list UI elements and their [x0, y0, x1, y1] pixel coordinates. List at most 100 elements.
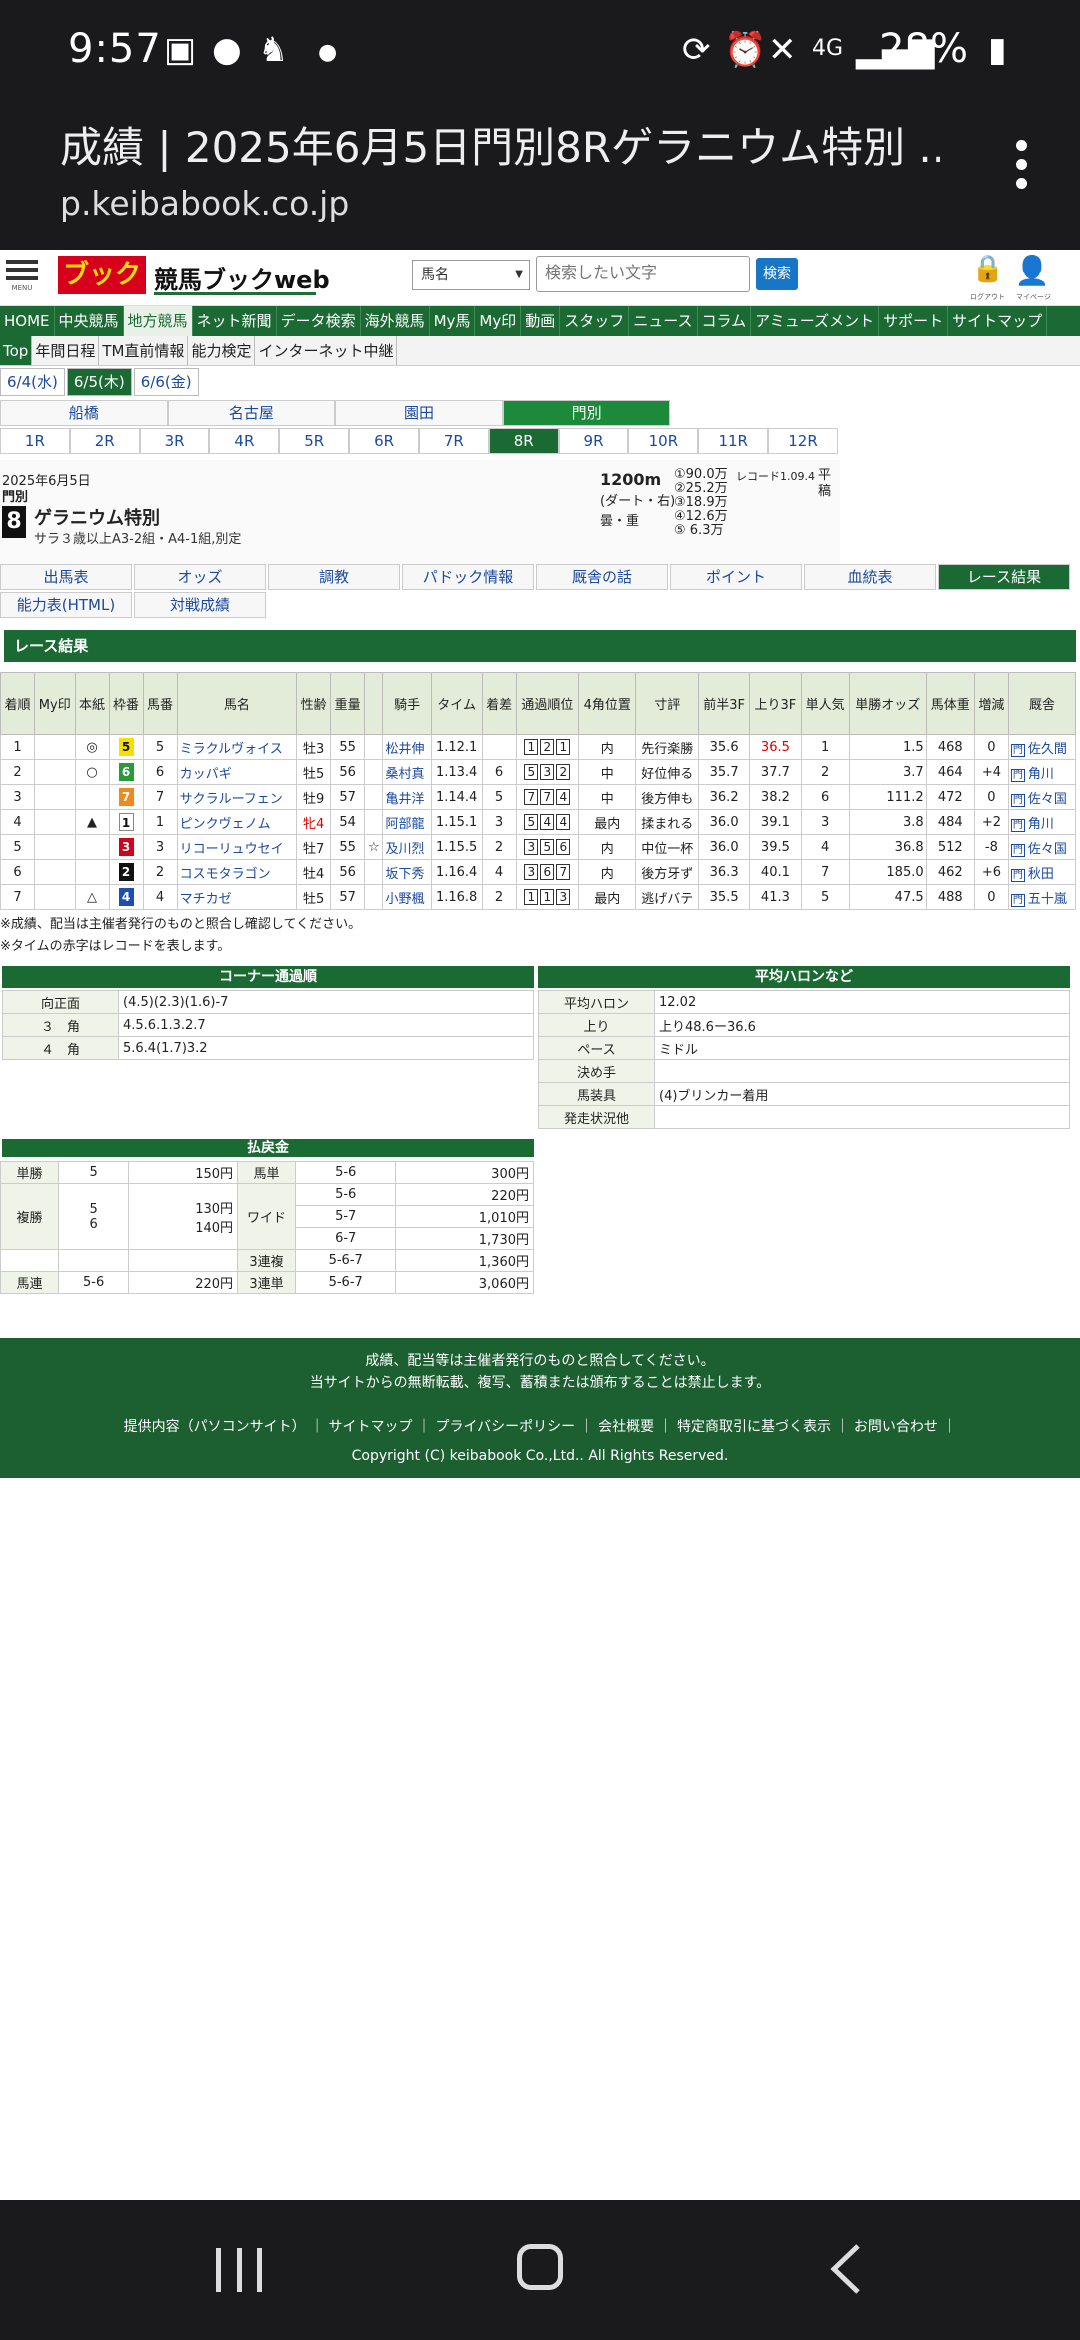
race-tab[interactable]: 5R — [279, 428, 350, 454]
info-tab[interactable]: ポイント — [670, 564, 802, 590]
cell-trainer[interactable]: 門五十嵐 — [1007, 884, 1077, 910]
sub-nav-item[interactable]: Top — [0, 336, 33, 365]
main-nav-item[interactable]: サイトマップ — [948, 306, 1048, 336]
race-tab[interactable]: 11R — [698, 428, 769, 454]
table-row[interactable]: 2 ○ 6 6 カッパギ 牡5 56 桑村真 1.13.4 6 5 3 2 中好位伸る 35.7 37.7 2 3… — [0, 759, 1077, 785]
table-row[interactable]: 5 3 3 リコーリュウセイ 牡7 55 ☆ 及川烈 1.15.5 2 3 5 6 内中位一杯 36.0 39… — [0, 834, 1077, 860]
menu-icon[interactable]: MENU — [6, 256, 38, 296]
info-tab[interactable]: 調教 — [268, 564, 400, 590]
cell-horse-name[interactable]: マチカゼ — [176, 884, 298, 910]
main-nav-item[interactable]: コラム — [698, 306, 752, 336]
cell-jockey[interactable]: 及川烈 — [382, 834, 432, 860]
web-page: MENU ブック 競馬ブックweb 馬名▼ 検索 🔒 ログアウト 👤 マイページ… — [0, 250, 1080, 2200]
table-row[interactable]: 1 ◎ 5 5 ミラクルヴォイス 牡3 55 松井伸 1.12.1 1 2 1 内先行楽勝 35.6 36.… — [0, 734, 1077, 760]
table-row[interactable]: 4 ▲ 1 1 ピンクヴェノム 牝4 54 阿部龍 1.15.1 3 5 4 4 最内 揉まれる 36.0 39… — [0, 809, 1077, 835]
date-tab[interactable]: 6/6(金) — [133, 368, 199, 396]
race-tab[interactable]: 7R — [418, 428, 489, 454]
more-options-icon[interactable] — [1016, 140, 1028, 190]
race-tab[interactable]: 3R — [139, 428, 210, 454]
cell-horse-name[interactable]: リコーリュウセイ — [176, 834, 298, 860]
search-button[interactable]: 検索 — [756, 258, 798, 290]
browser-url[interactable]: p.keibabook.co.jp — [60, 184, 349, 223]
cell-jockey[interactable]: 松井伸 — [382, 734, 432, 760]
race-tab[interactable]: 4R — [209, 428, 280, 454]
info-tab[interactable]: 対戦成績 — [134, 592, 266, 618]
cell-horse-name[interactable]: コスモタラゴン — [176, 859, 298, 885]
sub-nav-item[interactable]: 年間日程 — [32, 336, 100, 365]
home-icon[interactable] — [517, 2244, 563, 2290]
info-tab[interactable]: パドック情報 — [402, 564, 534, 590]
main-nav-item[interactable]: スタッフ — [560, 306, 630, 336]
info-tab[interactable]: 出馬表 — [0, 564, 132, 590]
cell-horse-name[interactable]: サクラルーフェン — [176, 784, 298, 810]
main-nav-item[interactable]: HOME — [0, 306, 55, 336]
info-tab[interactable]: オッズ — [134, 564, 266, 590]
cell-jockey[interactable]: 桑村真 — [382, 759, 432, 785]
race-tab[interactable]: 1R — [0, 428, 70, 454]
sub-nav-item[interactable]: 能力検定 — [188, 336, 256, 365]
main-nav-item[interactable]: サポート — [879, 306, 949, 336]
info-tab[interactable]: 血統表 — [804, 564, 936, 590]
cell-horse-name[interactable]: ピンクヴェノム — [176, 809, 298, 835]
race-tab[interactable]: 6R — [349, 428, 419, 454]
main-nav-item[interactable]: ネット新聞 — [193, 306, 277, 336]
site-logo[interactable]: ブック — [58, 256, 146, 294]
date-tab[interactable]: 6/4(水) — [0, 368, 65, 396]
mypage-user-icon[interactable]: 👤 — [1012, 254, 1052, 287]
cell-trainer[interactable]: 門角川 — [1007, 759, 1077, 785]
cell-waku: 1 — [108, 809, 144, 835]
cell-jockey[interactable]: 阿部龍 — [382, 809, 432, 835]
sub-nav-item[interactable]: TM直前情報 — [99, 336, 189, 365]
cell-trainer[interactable]: 門佐々国 — [1007, 784, 1077, 810]
main-nav-item[interactable]: 海外競馬 — [361, 306, 430, 336]
race-tab[interactable]: 8R — [488, 428, 559, 454]
main-nav-item[interactable]: 地方競馬 — [123, 306, 193, 336]
cell-horse-name[interactable]: ミラクルヴォイス — [176, 734, 298, 760]
table-row[interactable]: 6 2 2 コスモタラゴン 牡4 56 坂下秀 1.16.4 4 3 6 7 内後方牙ず 36.3 40.1… — [0, 859, 1077, 885]
main-nav-item[interactable]: My馬 — [430, 306, 476, 336]
cell-trainer[interactable]: 門佐久間 — [1007, 734, 1077, 760]
footer-links[interactable]: 提供内容（パソコンサイト） ｜ サイトマップ ｜ プライバシーポリシー ｜ 会社… — [0, 1416, 1080, 1436]
info-tab[interactable]: 能力表(HTML) — [0, 592, 132, 618]
logout-lock-icon[interactable]: 🔒 — [968, 254, 1008, 284]
track-tab[interactable]: 船橋 — [0, 400, 168, 426]
payout-amount: 220円 — [128, 1271, 239, 1294]
browser-page-title[interactable]: 成績 | 2025年6月5日門別8Rゲラニウム特別 ... — [60, 114, 940, 175]
trainer-name: 角川 — [1027, 816, 1054, 832]
sub-nav-item[interactable]: インターネット中継 — [255, 336, 398, 365]
race-tab[interactable]: 2R — [69, 428, 140, 454]
main-nav-item[interactable]: データ検索 — [277, 306, 361, 336]
track-tab[interactable]: 名古屋 — [167, 400, 336, 426]
cell-trainer[interactable]: 門秋田 — [1007, 859, 1077, 885]
site-logo-text[interactable]: 競馬ブックweb — [154, 260, 330, 295]
cell-jockey[interactable]: 亀井洋 — [382, 784, 432, 810]
search-input[interactable] — [536, 256, 750, 292]
cell-trainer[interactable]: 門角川 — [1007, 809, 1077, 835]
date-tab[interactable]: 6/5(木) — [66, 368, 132, 396]
race-tab[interactable]: 12R — [768, 428, 838, 454]
table-row[interactable]: 3 7 7 サクラルーフェン 牡9 57 亀井洋 1.14.4 5 7 7 4 中後方伸も 36.2 38.… — [0, 784, 1077, 810]
cell-waku: 4 — [108, 884, 144, 910]
cell-jockey[interactable]: 坂下秀 — [382, 859, 432, 885]
track-tab[interactable]: 園田 — [335, 400, 503, 426]
back-icon[interactable] — [826, 2242, 866, 2296]
table-row[interactable]: 7 △ 4 4 マチカゼ 牡5 57 小野楓 1.16.8 2 1 1 3 最内 逃げバテ 35.5 41.3 5… — [0, 884, 1077, 910]
race-tab[interactable]: 10R — [628, 428, 699, 454]
recents-icon[interactable] — [216, 2248, 262, 2292]
main-nav-item[interactable]: ニュース — [629, 306, 698, 336]
search-category-select[interactable]: 馬名 ▼ — [412, 260, 530, 290]
track-tab[interactable]: 門別 — [502, 400, 671, 426]
race-tab[interactable]: 9R — [558, 428, 629, 454]
main-nav-item[interactable]: 動画 — [521, 306, 561, 336]
cell-jockey[interactable]: 小野楓 — [382, 884, 432, 910]
info-tab[interactable]: レース結果 — [938, 564, 1070, 590]
main-nav-item[interactable]: アミューズメント — [751, 306, 880, 336]
cell-weight-diff: +2 — [973, 809, 1009, 835]
cell-trainer[interactable]: 門佐々国 — [1007, 834, 1077, 860]
column-header: 単勝オッズ — [848, 672, 927, 735]
payout-amount: 1,360円 — [395, 1249, 534, 1272]
cell-horse-name[interactable]: カッパギ — [176, 759, 298, 785]
main-nav-item[interactable]: My印 — [475, 306, 522, 336]
info-tab[interactable]: 厩舎の話 — [536, 564, 668, 590]
main-nav-item[interactable]: 中央競馬 — [55, 306, 124, 336]
